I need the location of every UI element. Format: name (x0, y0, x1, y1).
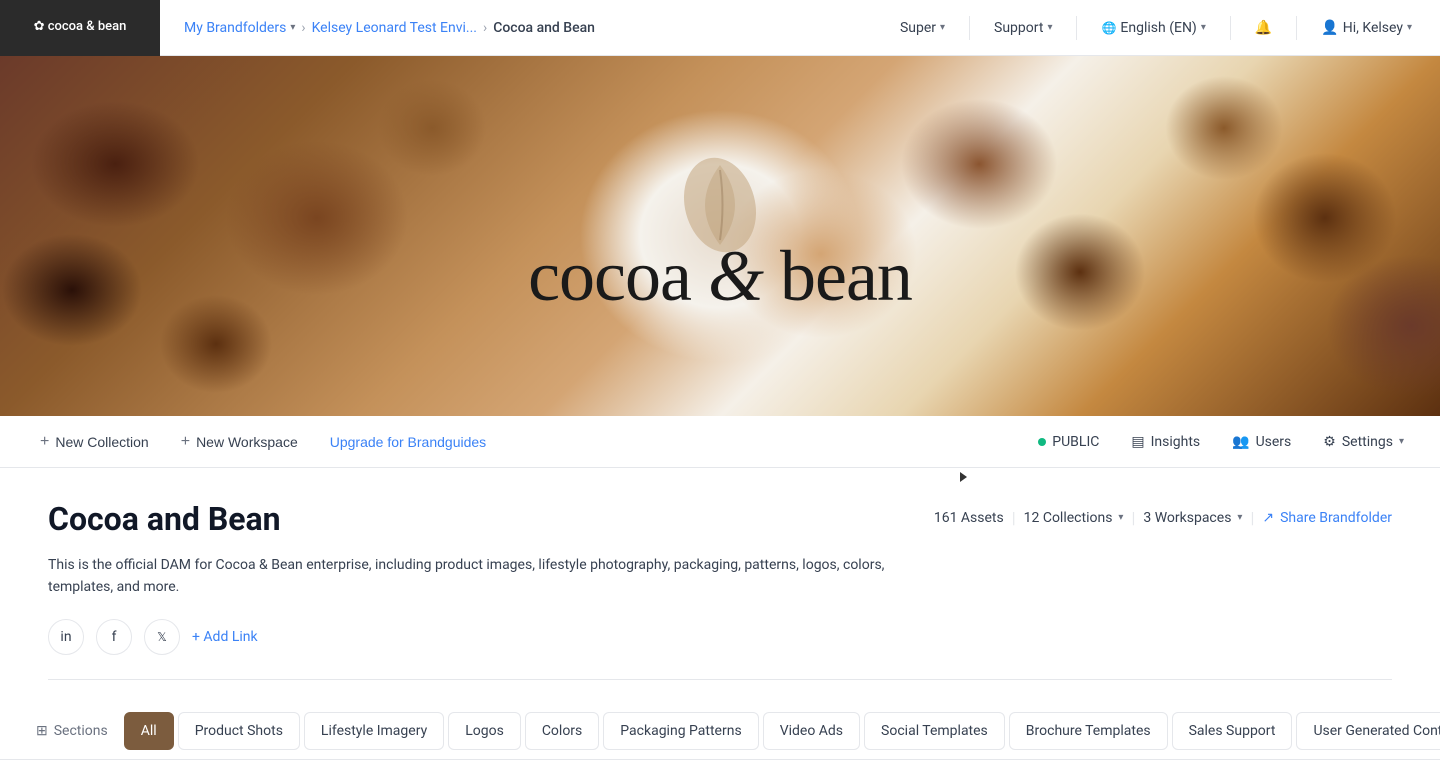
tab-colors[interactable]: Colors (525, 712, 599, 750)
logo-text: ✿ cocoa & bean (34, 19, 127, 36)
support-button[interactable]: Support ▾ (986, 16, 1060, 40)
sections-tab-button[interactable]: ⊞ Sections (24, 715, 120, 747)
user-button[interactable]: 👤 Hi, Kelsey ▾ (1313, 16, 1420, 40)
super-chevron-icon: ▾ (940, 22, 945, 33)
hero-logo: cocoa & bean (528, 155, 912, 318)
facebook-icon: f (112, 629, 117, 645)
super-button[interactable]: Super ▾ (892, 16, 953, 40)
users-icon: 👥 (1232, 434, 1249, 450)
chevron-down-icon: ▾ (290, 22, 295, 33)
share-brandfolder-button[interactable]: ↗ Share Brandfolder (1262, 510, 1392, 526)
breadcrumb-separator: › (301, 20, 305, 36)
tab-brochure-templates[interactable]: Brochure Templates (1009, 712, 1168, 750)
workspaces-chevron-icon: ▾ (1237, 512, 1242, 523)
stat-divider-3: | (1250, 508, 1254, 527)
plus-icon: + (40, 433, 49, 451)
brandfolder-description: This is the official DAM for Cocoa & Bea… (48, 554, 948, 599)
nav-divider-1 (969, 16, 970, 40)
settings-chevron-icon: ▾ (1399, 436, 1404, 447)
tab-all[interactable]: All (124, 712, 174, 750)
nav-brandfolders[interactable]: My Brandfolders ▾ (184, 20, 295, 36)
nav-current-page: Cocoa and Bean (493, 20, 595, 36)
twitter-icon: 𝕏 (157, 630, 167, 644)
main-content: Cocoa and Bean 161 Assets | 12 Collectio… (0, 468, 1440, 704)
action-bar: + New Collection + New Workspace Upgrade… (0, 416, 1440, 468)
tab-logos[interactable]: Logos (448, 712, 521, 750)
tab-packaging-patterns[interactable]: Packaging Patterns (603, 712, 758, 750)
notification-button[interactable]: 🔔 (1247, 16, 1280, 40)
tabs-bar: ⊞ Sections All Product Shots Lifestyle I… (0, 704, 1440, 760)
grid-icon: ⊞ (36, 723, 48, 739)
tab-video-ads[interactable]: Video Ads (763, 712, 860, 750)
brandfolder-header: Cocoa and Bean 161 Assets | 12 Collectio… (48, 500, 1392, 538)
user-chevron-icon: ▾ (1407, 22, 1412, 33)
top-navigation: ✿ cocoa & bean My Brandfolders ▾ › Kelse… (0, 0, 1440, 56)
nav-divider-3 (1230, 16, 1231, 40)
facebook-button[interactable]: f (96, 619, 132, 655)
action-bar-right: PUBLIC ▤ Insights 👥 Users ⚙ Settings ▾ (1026, 426, 1416, 458)
nav-divider-2 (1076, 16, 1077, 40)
collections-stat[interactable]: 12 Collections ▾ (1024, 510, 1124, 526)
new-workspace-button[interactable]: + New Workspace (165, 425, 314, 459)
hero-banner: cocoa & bean (0, 56, 1440, 416)
breadcrumb-separator-2: › (483, 20, 487, 36)
tab-product-shots[interactable]: Product Shots (178, 712, 300, 750)
tab-sales-support[interactable]: Sales Support (1172, 712, 1293, 750)
linkedin-icon: in (60, 629, 71, 645)
bell-icon: 🔔 (1255, 20, 1272, 36)
globe-icon: 🌐 (1101, 21, 1116, 35)
settings-button[interactable]: ⚙ Settings ▾ (1311, 426, 1416, 458)
chart-icon: ▤ (1131, 434, 1144, 450)
tab-user-generated-content[interactable]: User Generated Content (1296, 712, 1440, 750)
public-dot-icon (1038, 438, 1046, 446)
nav-env[interactable]: Kelsey Leonard Test Envi... (312, 20, 477, 36)
users-button[interactable]: 👥 Users (1220, 426, 1303, 458)
stat-divider-2: | (1131, 508, 1135, 527)
support-chevron-icon: ▾ (1047, 22, 1052, 33)
assets-stat[interactable]: 161 Assets (934, 510, 1004, 526)
collections-chevron-icon: ▾ (1118, 512, 1123, 523)
social-links: in f 𝕏 + Add Link (48, 619, 1392, 655)
twitter-button[interactable]: 𝕏 (144, 619, 180, 655)
plus-icon-workspace: + (181, 433, 190, 451)
stat-divider-1: | (1012, 508, 1016, 527)
add-link-button[interactable]: + Add Link (192, 629, 258, 645)
breadcrumb: My Brandfolders ▾ › Kelsey Leonard Test … (160, 20, 872, 36)
gear-icon: ⚙ (1323, 434, 1336, 450)
new-collection-button[interactable]: + New Collection (24, 425, 165, 459)
upgrade-brandguides-button[interactable]: Upgrade for Brandguides (314, 426, 502, 458)
user-icon: 👤 (1321, 20, 1338, 36)
hero-title: cocoa & bean (528, 235, 912, 318)
nav-right-area: Super ▾ Support ▾ 🌐 English (EN) ▾ 🔔 👤 H… (872, 16, 1440, 40)
tab-social-templates[interactable]: Social Templates (864, 712, 1005, 750)
language-chevron-icon: ▾ (1201, 22, 1206, 33)
workspaces-stat[interactable]: 3 Workspaces ▾ (1143, 510, 1242, 526)
linkedin-button[interactable]: in (48, 619, 84, 655)
tab-lifestyle-imagery[interactable]: Lifestyle Imagery (304, 712, 444, 750)
insights-button[interactable]: ▤ Insights (1119, 426, 1212, 458)
language-button[interactable]: 🌐 English (EN) ▾ (1093, 16, 1213, 40)
public-badge: PUBLIC (1026, 428, 1111, 456)
brandfolder-title: Cocoa and Bean (48, 500, 281, 538)
share-icon: ↗ (1262, 510, 1274, 526)
nav-divider-4 (1296, 16, 1297, 40)
content-divider (48, 679, 1392, 680)
header-stats: 161 Assets | 12 Collections ▾ | 3 Worksp… (934, 508, 1392, 527)
logo-area[interactable]: ✿ cocoa & bean (0, 0, 160, 56)
